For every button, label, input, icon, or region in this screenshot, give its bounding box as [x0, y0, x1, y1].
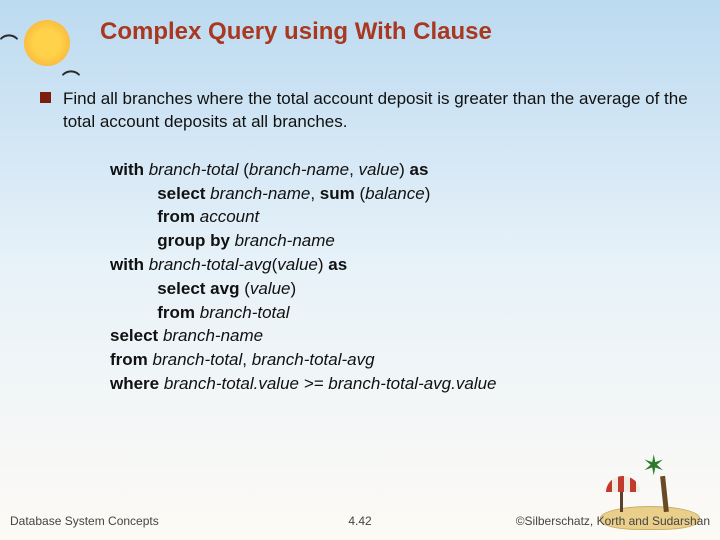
code-line: select avg (value) [110, 277, 690, 301]
code-block: with branch-total (branch-name, value) a… [110, 158, 690, 396]
bullet-square-icon [40, 92, 51, 103]
bird-icon: ︵ [0, 18, 18, 44]
bullet-item: Find all branches where the total accoun… [40, 88, 690, 134]
footer-copyright: ©Silberschatz, Korth and Sudarshan [516, 514, 710, 528]
code-line: with branch-total (branch-name, value) a… [110, 158, 690, 182]
code-line: with branch-total-avg(value) as [110, 253, 690, 277]
footer-page-number: 4.42 [348, 514, 371, 528]
bullet-text: Find all branches where the total accoun… [63, 88, 690, 134]
umbrella-icon [606, 476, 640, 492]
code-line: from branch-total, branch-total-avg [110, 348, 690, 372]
code-line: from account [110, 205, 690, 229]
bird-icon: ︵ [62, 54, 80, 80]
footer-left: Database System Concepts [10, 514, 159, 528]
slide-content: Find all branches where the total accoun… [40, 88, 690, 396]
code-line: select branch-name, sum (balance) [110, 182, 690, 206]
code-line: where branch-total.value >= branch-total… [110, 372, 690, 396]
palm-leaves-icon: ✶ [642, 449, 665, 482]
code-line: group by branch-name [110, 229, 690, 253]
slide-title: Complex Query using With Clause [100, 18, 700, 46]
code-line: from branch-total [110, 301, 690, 325]
code-line: select branch-name [110, 324, 690, 348]
